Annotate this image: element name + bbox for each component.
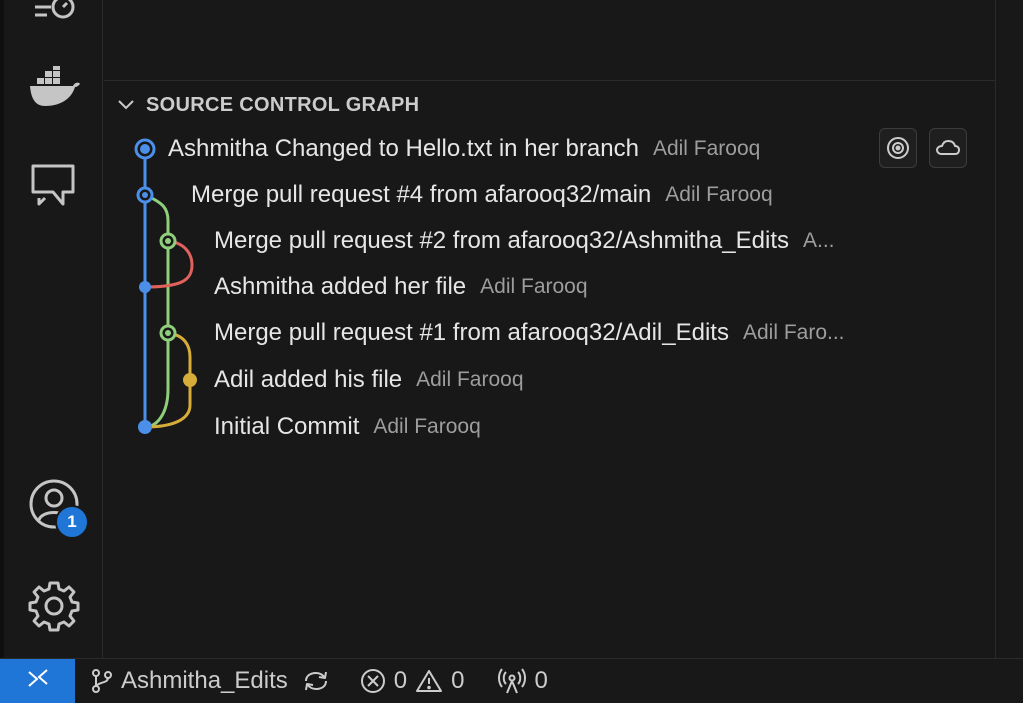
status-bar: Ashmitha_Edits 0 0 0 [0,658,1023,703]
chevron-down-icon [116,95,136,115]
branch-status[interactable]: Ashmitha_Edits [91,667,330,695]
graph-node-merge-1-core [165,330,171,336]
commit-author: Adil Faro... [742,321,845,344]
graph-node-ashmitha-file [139,281,151,293]
commit-row[interactable]: Adil added his file Adil Farooq [214,362,974,398]
activity-bar: 1 [4,0,103,658]
commit-message: Adil added his file [214,366,403,393]
commit-row[interactable]: Merge pull request #1 from afarooq32/Adi… [214,315,974,351]
commit-author: Adil Farooq [416,368,524,391]
timeline-icon[interactable] [26,0,82,30]
commit-message: Merge pull request #4 from afarooq32/mai… [191,181,652,208]
commit-graph [134,138,197,434]
panel-divider [104,80,995,81]
error-icon [360,668,386,694]
cloud-icon[interactable] [929,128,967,168]
commit-row[interactable]: Ashmitha added her file Adil Farooq [214,269,974,305]
accounts-badge: 1 [55,505,89,539]
commit-author: Adil Farooq [665,183,773,206]
graph-node-merge-4-core [142,192,148,198]
target-icon[interactable] [879,128,917,168]
broadcast-icon [498,668,527,694]
remote-icon [25,668,51,695]
commit-message: Merge pull request #1 from afarooq32/Adi… [214,319,729,346]
panel-scroll-gutter [995,0,1023,658]
commit-message: Ashmitha added her file [214,273,467,300]
sync-icon[interactable] [302,669,330,693]
graph-node-adil-file [183,373,197,387]
commit-row[interactable]: Ashmitha Changed to Hello.txt in her bra… [168,131,880,167]
commit-row[interactable]: Merge pull request #2 from afarooq32/Ash… [214,223,974,259]
graph-node-initial [138,420,152,434]
commit-row[interactable]: Merge pull request #4 from afarooq32/mai… [191,177,971,213]
section-title: SOURCE CONTROL GRAPH [146,93,420,116]
commit-message: Initial Commit [214,413,360,440]
ports-status[interactable]: 0 [498,667,548,695]
ports-count: 0 [534,667,548,694]
docker-icon[interactable] [26,60,82,116]
graph-lane-green [144,193,170,389]
commit-author: A... [802,229,835,252]
graph-node-merge-2-core [165,238,171,244]
commit-author: Adil Farooq [373,415,481,438]
remote-indicator[interactable] [0,658,75,703]
commit-message: Ashmitha Changed to Hello.txt in her bra… [168,135,639,162]
branch-name: Ashmitha_Edits [121,667,288,694]
warning-count: 0 [451,667,465,694]
graph-node-head-core [140,144,150,154]
warning-icon [415,668,443,694]
problems-status[interactable]: 0 0 [360,667,465,695]
section-header[interactable]: SOURCE CONTROL GRAPH [116,90,419,120]
commit-message: Merge pull request #2 from afarooq32/Ash… [214,227,789,254]
commit-row[interactable]: Initial Commit Adil Farooq [214,409,974,445]
commit-author: Adil Farooq [480,275,588,298]
chat-icon[interactable] [26,157,82,213]
error-count: 0 [393,667,408,694]
branch-icon [91,668,113,694]
gear-icon[interactable] [26,578,82,634]
commit-author: Adil Farooq [652,137,761,160]
